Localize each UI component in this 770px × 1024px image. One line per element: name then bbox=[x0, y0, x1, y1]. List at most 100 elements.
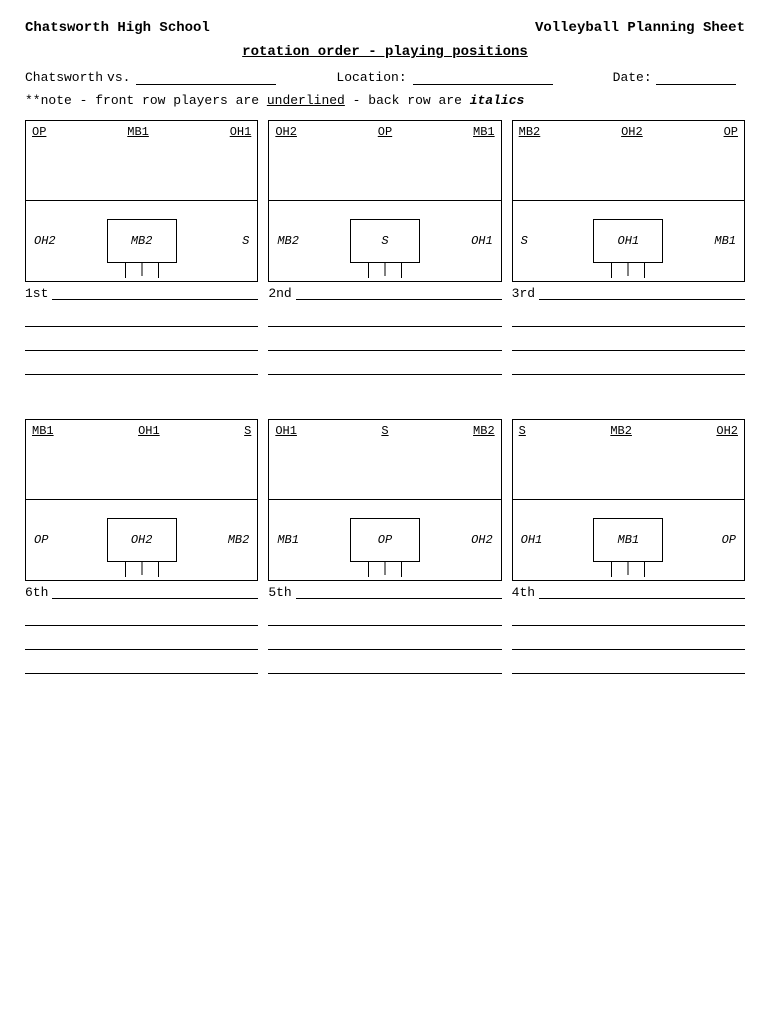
rotation-num-2nd: 2nd bbox=[268, 286, 291, 301]
note-line-0-6th bbox=[25, 606, 258, 626]
court-1st: OPMB1OH1OH2MB2S bbox=[25, 120, 258, 282]
rotation-block-6th: MB1OH1SOPOH2MB26th bbox=[25, 419, 258, 678]
page-title: rotation order - playing positions bbox=[242, 44, 528, 60]
page-title-row: rotation order - playing positions bbox=[25, 44, 745, 60]
rotation-num-3rd: 3rd bbox=[512, 286, 535, 301]
note-line-1-4th bbox=[512, 630, 745, 650]
court-3rd: MB2OH2OP S OH1 MB1 bbox=[512, 120, 745, 282]
top-position-0-5th: OH1 bbox=[275, 424, 297, 438]
court-5th: OH1SMB2MB1OPOH2 bbox=[268, 419, 501, 581]
court-top-1st: OPMB1OH1 bbox=[26, 121, 257, 201]
rotation-block-1st: OPMB1OH1OH2MB2S1st bbox=[25, 120, 258, 379]
setter-box-wrapper-6th: OH2 bbox=[106, 518, 178, 562]
sheet-title: Volleyball Planning Sheet bbox=[535, 20, 745, 36]
setter-box-wrapper-5th: OP bbox=[349, 518, 421, 562]
setter-label-4th: MB1 bbox=[618, 533, 640, 547]
note-line-2-4th bbox=[512, 654, 745, 674]
rotation-block-5th: OH1SMB2MB1OPOH25th bbox=[268, 419, 501, 678]
setter-box-3rd: OH1 bbox=[593, 219, 663, 263]
court-top-3rd: MB2OH2OP bbox=[513, 121, 744, 201]
court-bottom-3rd: S OH1 MB1 bbox=[513, 201, 744, 281]
info-row: Chatsworth vs. Location: Date: bbox=[25, 70, 745, 85]
rotation-line-2nd bbox=[296, 288, 502, 300]
school-name: Chatsworth High School bbox=[25, 20, 210, 36]
header: Chatsworth High School Volleyball Planni… bbox=[25, 20, 745, 36]
notes-3rd bbox=[512, 307, 745, 379]
top-position-0-2nd: OH2 bbox=[275, 125, 297, 139]
bottom-right-3rd: MB1 bbox=[664, 234, 736, 248]
bottom-left-4th: OH1 bbox=[521, 533, 593, 547]
setter-box-2nd: S bbox=[350, 219, 420, 263]
note-line-0-1st bbox=[25, 307, 258, 327]
note-italic: italics bbox=[470, 93, 525, 108]
setter-box-wrapper-4th: MB1 bbox=[592, 518, 664, 562]
court-bottom-4th: OH1 MB1 OP bbox=[513, 500, 744, 580]
court-top-4th: SMB2OH2 bbox=[513, 420, 744, 500]
note-line-1-1st bbox=[25, 331, 258, 351]
rotations-grid-bottom: MB1OH1SOPOH2MB26thOH1SMB2MB1OPOH25thSMB2… bbox=[25, 419, 745, 678]
court-6th: MB1OH1SOPOH2MB2 bbox=[25, 419, 258, 581]
location-line bbox=[413, 71, 553, 85]
setter-label-5th: OP bbox=[378, 533, 392, 547]
bottom-left-2nd: MB2 bbox=[277, 234, 349, 248]
rotation-line-1st bbox=[52, 288, 258, 300]
setter-label-3rd: OH1 bbox=[618, 234, 640, 248]
rotation-num-5th: 5th bbox=[268, 585, 291, 600]
notes-4th bbox=[512, 606, 745, 678]
bottom-right-4th: OP bbox=[664, 533, 736, 547]
note-line-0-2nd bbox=[268, 307, 501, 327]
note-line-1-5th bbox=[268, 630, 501, 650]
setter-box-wrapper-3rd: OH1 bbox=[592, 219, 664, 263]
rotation-block-4th: SMB2OH2OH1MB1OP4th bbox=[512, 419, 745, 678]
rotation-label-row-5th: 5th bbox=[268, 585, 501, 600]
bottom-right-2nd: OH1 bbox=[421, 234, 493, 248]
court-top-5th: OH1 S MB2 bbox=[269, 420, 500, 500]
bottom-left-1st: OH2 bbox=[34, 234, 106, 248]
note-line-2-3rd bbox=[512, 355, 745, 375]
top-position-2-4th: OH2 bbox=[716, 424, 738, 438]
setter-box-5th: OP bbox=[350, 518, 420, 562]
rotation-label-row-2nd: 2nd bbox=[268, 286, 501, 301]
bottom-right-1st: S bbox=[178, 234, 250, 248]
top-position-1-4th: MB2 bbox=[610, 424, 632, 438]
top-position-2-2nd: MB1 bbox=[473, 125, 495, 139]
court-4th: SMB2OH2OH1MB1OP bbox=[512, 419, 745, 581]
rotations-grid-top: OPMB1OH1OH2MB2S1stOH2OPMB1MB2SOH12ndMB2O… bbox=[25, 120, 745, 379]
bottom-left-3rd: S bbox=[521, 234, 593, 248]
team-line bbox=[136, 71, 276, 85]
notes-5th bbox=[268, 606, 501, 678]
bottom-left-5th: MB1 bbox=[277, 533, 349, 547]
note-row: **note - front row players are underline… bbox=[25, 93, 745, 108]
note-line-1-2nd bbox=[268, 331, 501, 351]
top-position-2-6th: S bbox=[244, 424, 251, 438]
rotation-label-row-1st: 1st bbox=[25, 286, 258, 301]
top-position-2-1st: OH1 bbox=[230, 125, 252, 139]
bottom-right-6th: MB2 bbox=[178, 533, 250, 547]
notes-1st bbox=[25, 307, 258, 379]
note-line-1-3rd bbox=[512, 331, 745, 351]
note-line-1-6th bbox=[25, 630, 258, 650]
top-position-2-5th: MB2 bbox=[473, 424, 495, 438]
setter-label-2nd: S bbox=[381, 234, 388, 248]
note-middle: - back row are bbox=[345, 93, 470, 108]
team-label: Chatsworth bbox=[25, 70, 103, 85]
setter-label-6th: OH2 bbox=[131, 533, 153, 547]
rotation-num-1st: 1st bbox=[25, 286, 48, 301]
top-position-0-6th: MB1 bbox=[32, 424, 54, 438]
top-position-1-1st: MB1 bbox=[127, 125, 149, 139]
note-line-2-6th bbox=[25, 654, 258, 674]
setter-box-6th: OH2 bbox=[107, 518, 177, 562]
top-position-1-2nd: OP bbox=[378, 125, 392, 139]
court-top-2nd: OH2 OP MB1 bbox=[269, 121, 500, 201]
court-bottom-1st: OH2MB2S bbox=[26, 201, 257, 281]
notes-6th bbox=[25, 606, 258, 678]
top-position-1-6th: OH1 bbox=[138, 424, 160, 438]
top-position-1-5th: S bbox=[381, 424, 388, 438]
top-position-0-3rd: MB2 bbox=[519, 125, 541, 139]
rotation-line-3rd bbox=[539, 288, 745, 300]
rotation-line-6th bbox=[52, 587, 258, 599]
top-position-2-3rd: OP bbox=[724, 125, 738, 139]
note-line-0-5th bbox=[268, 606, 501, 626]
rotation-line-5th bbox=[296, 587, 502, 599]
note-line-0-4th bbox=[512, 606, 745, 626]
